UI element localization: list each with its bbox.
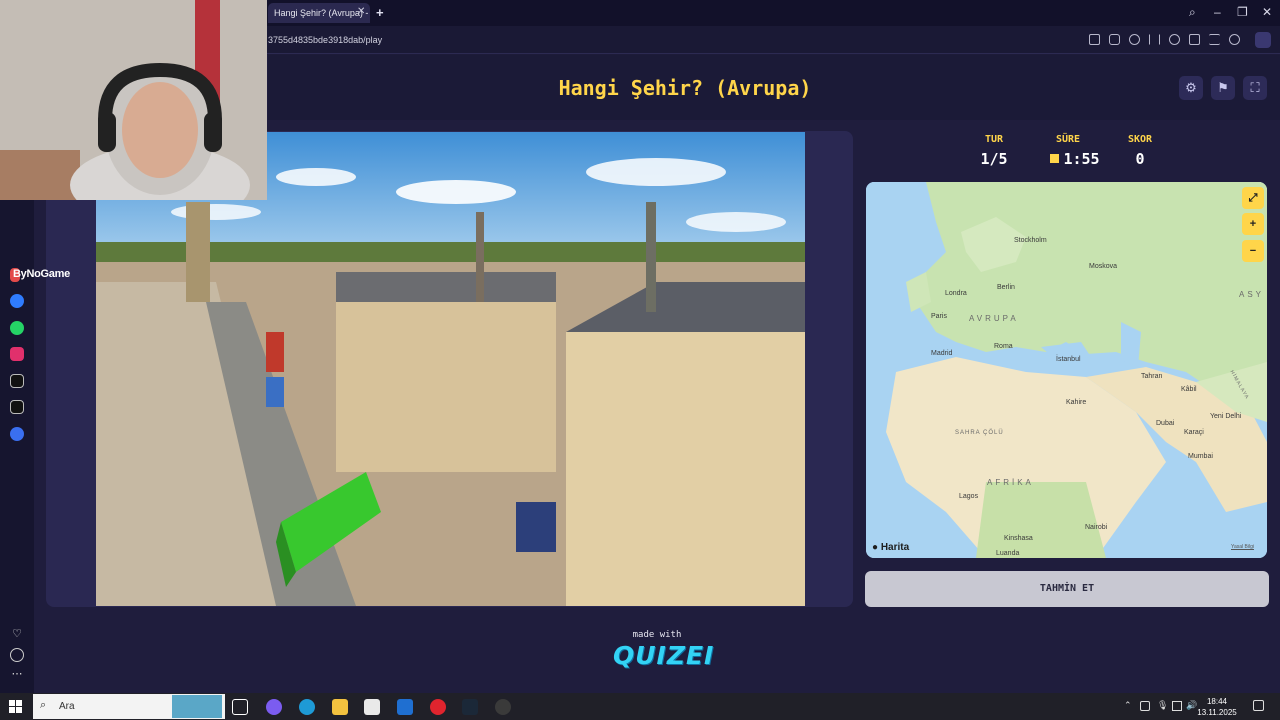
city-label: Stockholm bbox=[1014, 237, 1047, 244]
timer-icon bbox=[1050, 154, 1060, 163]
score-value: 0 bbox=[1135, 150, 1145, 168]
profile-icon[interactable] bbox=[1229, 34, 1240, 45]
windows-start-icon[interactable] bbox=[9, 700, 22, 713]
url-text[interactable]: 3755d4835bde3918dab/play bbox=[268, 35, 382, 45]
bynogame-label[interactable]: ByNoGame bbox=[13, 268, 70, 280]
city-label: Paris bbox=[931, 313, 947, 320]
city-label: Yeni Delhi bbox=[1210, 413, 1242, 420]
score-label: SKOR bbox=[1127, 134, 1153, 145]
city-photo bbox=[96, 132, 805, 606]
player-icon[interactable] bbox=[10, 427, 24, 441]
play-icon[interactable] bbox=[1149, 34, 1160, 45]
download-icon[interactable] bbox=[1189, 34, 1200, 45]
search-placeholder: Ara bbox=[59, 701, 75, 712]
search-tabs-icon[interactable]: ⌕ bbox=[1189, 5, 1196, 20]
map-attribution: ● Harita bbox=[872, 542, 909, 553]
search-icon: ⌕ bbox=[40, 699, 47, 711]
city-label: Londra bbox=[945, 290, 967, 297]
shield-icon[interactable] bbox=[1129, 34, 1140, 45]
city-label: Nairobi bbox=[1085, 524, 1108, 531]
outlook-icon[interactable] bbox=[397, 699, 413, 715]
city-label: Luanda bbox=[996, 550, 1020, 557]
city-label: İstanbul bbox=[1056, 356, 1081, 363]
tab-title: Hangi Şehir? (Avrupa) - Q bbox=[274, 8, 370, 18]
region-label: ASY bbox=[1239, 290, 1265, 299]
webcam-overlay bbox=[0, 0, 267, 200]
copilot-icon[interactable] bbox=[266, 699, 282, 715]
store-icon[interactable] bbox=[364, 699, 380, 715]
city-label: Madrid bbox=[931, 350, 953, 357]
made-with-label: made with bbox=[632, 630, 682, 640]
tray-chevron-icon[interactable]: ⌃ bbox=[1124, 700, 1132, 711]
city-label: Dubai bbox=[1156, 420, 1175, 427]
browser-tab[interactable]: Hangi Şehir? (Avrupa) - Q bbox=[268, 3, 370, 23]
city-label: Kâbil bbox=[1181, 386, 1197, 393]
task-view-icon[interactable] bbox=[232, 699, 248, 715]
tiktok-icon[interactable] bbox=[10, 374, 24, 388]
legal-link[interactable]: Yasal Bilgi bbox=[1231, 544, 1254, 550]
city-label: Roma bbox=[994, 343, 1013, 350]
heart-icon[interactable]: ♡ bbox=[10, 627, 24, 641]
restore-icon[interactable]: ❐ bbox=[1237, 5, 1248, 19]
opera-gx-icon[interactable] bbox=[430, 699, 446, 715]
file-explorer-icon[interactable] bbox=[332, 699, 348, 715]
volume-icon[interactable]: 🔊 bbox=[1186, 700, 1197, 711]
menu-icon[interactable] bbox=[1209, 34, 1220, 45]
expand-icon[interactable]: ⤢ bbox=[1242, 187, 1264, 209]
city-label: Kahire bbox=[1066, 399, 1087, 406]
instagram-icon[interactable] bbox=[10, 347, 24, 361]
city-label: Berlin bbox=[997, 284, 1015, 291]
messenger-icon[interactable] bbox=[10, 294, 24, 308]
clock-date: 13.11.2025 bbox=[1197, 708, 1237, 717]
whatsapp-icon[interactable] bbox=[10, 321, 24, 335]
city-label: Mumbai bbox=[1188, 453, 1213, 460]
taskbar-clock[interactable]: 18:44 13.11.2025 bbox=[1197, 696, 1237, 718]
heart-icon[interactable] bbox=[1169, 34, 1180, 45]
apple-logo-icon: ● bbox=[872, 542, 879, 553]
flag-icon[interactable]: ⚑ bbox=[1211, 76, 1235, 100]
attribution-text: Harita bbox=[880, 542, 910, 553]
city-label: Karaçi bbox=[1184, 429, 1204, 436]
round-value: 1/5 bbox=[980, 150, 1008, 168]
clock-time: 18:44 bbox=[1206, 697, 1228, 706]
settings-icon[interactable]: ⚙ bbox=[1179, 76, 1203, 100]
city-label: Moskova bbox=[1089, 263, 1118, 270]
zoom-out-icon[interactable]: − bbox=[1242, 240, 1264, 262]
time-value: 1:55 bbox=[1063, 150, 1100, 168]
city-label: Tahran bbox=[1141, 373, 1163, 380]
obs-icon[interactable] bbox=[495, 699, 511, 715]
quizei-logo[interactable]: QUIZEI bbox=[613, 641, 713, 670]
region-label: AVRUPA bbox=[969, 314, 1019, 323]
minimize-icon[interactable]: – bbox=[1214, 5, 1221, 19]
city-label: Lagos bbox=[959, 493, 979, 500]
time-label: SÜRE bbox=[1055, 134, 1081, 145]
close-tab-icon[interactable]: ✕ bbox=[357, 6, 365, 17]
x-icon[interactable] bbox=[10, 400, 24, 414]
fullscreen-icon[interactable]: ⛶ bbox=[1243, 76, 1267, 100]
camera-icon[interactable] bbox=[1109, 34, 1120, 45]
guess-button[interactable]: TAHMİN ET bbox=[865, 571, 1269, 607]
region-label: AFRİKA bbox=[987, 478, 1034, 487]
world-map[interactable]: AVRUPA AFRİKA ASY SAHRA ÇÖLÜ HİMALAYA St… bbox=[866, 182, 1267, 558]
city-label: Kinshasa bbox=[1004, 535, 1033, 542]
edge-icon[interactable] bbox=[299, 699, 315, 715]
region-label: SAHRA ÇÖLÜ bbox=[955, 430, 1004, 436]
extension-icon[interactable] bbox=[1255, 32, 1271, 48]
new-tab-icon[interactable]: + bbox=[376, 5, 384, 20]
close-window-icon[interactable]: ✕ bbox=[1262, 5, 1272, 19]
notification-icon[interactable] bbox=[1253, 700, 1264, 711]
history-icon[interactable] bbox=[10, 648, 24, 662]
search-highlight-icon bbox=[172, 695, 222, 718]
steam-icon[interactable] bbox=[462, 699, 478, 715]
tray-app-icon[interactable] bbox=[1140, 701, 1150, 711]
round-label: TUR bbox=[984, 134, 1004, 145]
network-icon[interactable] bbox=[1172, 701, 1182, 711]
zoom-in-icon[interactable]: + bbox=[1242, 213, 1264, 235]
more-icon[interactable]: ⋯ bbox=[10, 669, 24, 684]
timer: 1:55 bbox=[1037, 150, 1113, 168]
page-title: Hangi Şehir? (Avrupa) bbox=[558, 76, 812, 100]
microphone-icon[interactable]: 🎙 bbox=[1157, 700, 1168, 711]
edit-icon[interactable] bbox=[1089, 34, 1100, 45]
